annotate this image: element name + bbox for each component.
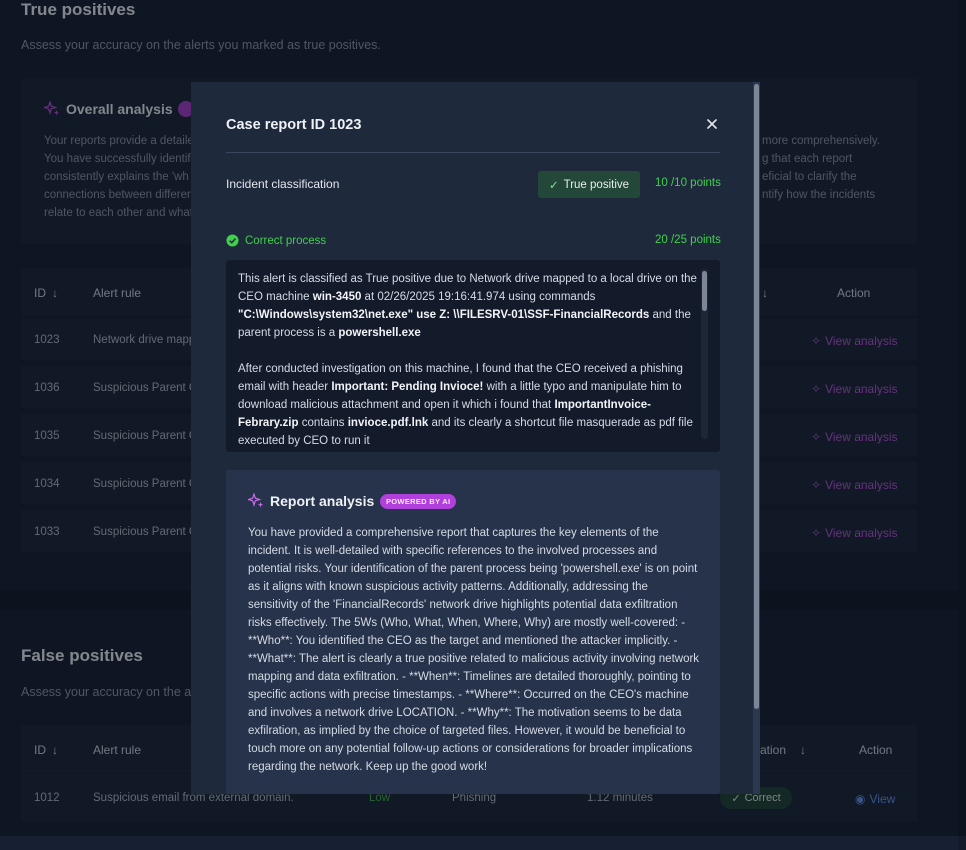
incident-classification-label: Incident classification	[226, 177, 340, 191]
process-status-label: Correct process	[245, 234, 327, 247]
report-scrollbar-thumb[interactable]	[702, 271, 707, 311]
report-analysis-heading: Report analysis	[248, 493, 374, 509]
close-icon[interactable]	[704, 116, 720, 132]
report-paragraph: This alert is classified as True positiv…	[238, 270, 708, 342]
report-command: "C:\Windows\system32\net.exe" use Z: \\F…	[238, 309, 650, 321]
modal-divider	[226, 152, 720, 153]
check-circle-icon	[226, 234, 239, 247]
report-text-span: contains	[298, 417, 348, 429]
process-status: Correct process	[226, 234, 326, 247]
report-text-span: at 02/26/2025 19:16:41.974 using command…	[361, 291, 596, 303]
report-analysis-text: You have provided a comprehensive report…	[248, 527, 700, 773]
modal-scrollbar-thumb[interactable]	[754, 84, 759, 709]
classification-badge: ✓ True positive	[538, 171, 640, 198]
report-text-box[interactable]: This alert is classified as True positiv…	[226, 260, 720, 452]
sparkle-icon	[248, 493, 264, 508]
report-analysis-title: Report analysis	[270, 493, 375, 509]
report-text: This alert is classified as True positiv…	[238, 270, 708, 452]
report-paragraph: After conducted investigation on this ma…	[238, 360, 708, 450]
modal-title: Case report ID 1023	[226, 117, 362, 133]
powered-by-ai-badge: POWERED BY AI	[380, 494, 457, 509]
report-host: win-3450	[312, 291, 362, 303]
classification-points: 10 /10 points	[655, 177, 721, 189]
check-icon: ✓	[548, 179, 559, 192]
process-points: 20 /25 points	[655, 234, 721, 246]
report-parent-process: powershell.exe	[338, 327, 421, 339]
classification-badge-label: True positive	[563, 178, 630, 191]
report-lnk-file: invioce.pdf.lnk	[347, 417, 429, 429]
report-email-header: Important: Pending Invioce!	[331, 381, 484, 393]
